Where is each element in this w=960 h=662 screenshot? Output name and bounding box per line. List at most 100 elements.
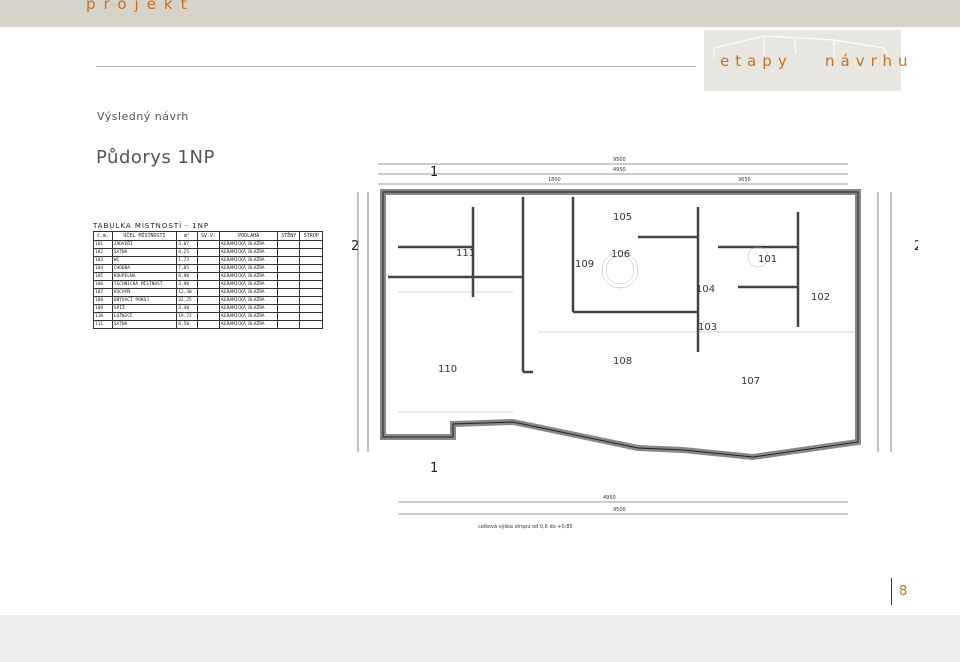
table-row: 111 ŠATNA 8,50 KERAMICKÁ DLAŽBA <box>93 320 323 329</box>
table-cell: ZÁDVEŘÍ <box>111 240 178 249</box>
table-cell: 106 <box>93 280 113 289</box>
section-mark: 1 <box>430 165 438 180</box>
room-number: 109 <box>575 259 594 270</box>
table-cell: 4,25 <box>176 248 198 257</box>
table-cell <box>299 296 323 305</box>
table-cell <box>299 304 323 313</box>
room-labels: 110 108 107 103 104 102 105 106 109 111 … <box>438 212 830 387</box>
table-cell <box>299 288 323 297</box>
table-row: 102 ŠATNA 4,25 KERAMICKÁ DLAŽBA <box>93 248 323 257</box>
room-number: 108 <box>613 356 632 367</box>
table-cell <box>196 248 221 257</box>
table-cell <box>196 304 221 313</box>
page-number: 8 <box>899 584 908 599</box>
room-table-header: č.m. <box>93 231 113 241</box>
table-cell: 105 <box>93 272 113 281</box>
table-cell: WC <box>111 256 178 265</box>
table-row: 103 WC 1,73 KERAMICKÁ DLAŽBA <box>93 256 323 265</box>
floor-plan-drawing: 110 108 107 103 104 102 105 106 109 1 11 … <box>351 157 922 530</box>
table-cell: CHODBA <box>111 264 178 273</box>
table-cell: KERAMICKÁ DLAŽBA <box>219 280 278 289</box>
table-cell: KOUPELNA <box>111 272 178 281</box>
table-row: 106 TECHNICKÁ MÍSTNOST 3,90 KERAMICKÁ DLAŽB… <box>93 280 323 289</box>
table-cell <box>276 240 301 249</box>
table-cell <box>196 256 221 265</box>
table-cell: 1,73 <box>176 256 198 265</box>
table-row: 104 CHODBA 7,85 KERAMICKÁ DLAŽBA <box>93 264 323 273</box>
table-cell: 3,48 <box>176 304 198 313</box>
dimension-label: 1800 <box>548 177 561 183</box>
room-table: TABULKA MÍSTNOSTÍ - 1NP č.m. ÚČEL MÍSTNO… <box>93 222 323 340</box>
room-table-header: SV.V. <box>196 231 221 241</box>
brand-text: projekt <box>86 0 195 13</box>
table-cell <box>299 320 323 329</box>
page-subtitle: Výsledný návrh <box>97 110 189 123</box>
floor-plan: 110 108 107 103 104 102 105 106 109 1 11 … <box>338 152 922 537</box>
table-cell <box>299 264 323 273</box>
table-cell: OBÝVACÍ POKOJ <box>111 296 178 305</box>
table-cell <box>276 312 301 321</box>
room-table-header-row: č.m. ÚČEL MÍSTNOSTI m² SV.V. PODLAHA STĚ… <box>93 231 323 241</box>
table-cell: 102 <box>93 248 113 257</box>
table-cell: KUCHYŇ <box>111 288 178 297</box>
table-cell: KERAMICKÁ DLAŽBA <box>219 272 278 281</box>
table-cell <box>276 264 301 273</box>
room-number: 110 <box>438 364 457 375</box>
section-mark: 2 <box>914 239 918 254</box>
page-number-divider <box>891 578 892 605</box>
table-cell: 8,50 <box>176 320 198 329</box>
table-cell: 3,90 <box>176 280 198 289</box>
room-number: 111 <box>456 248 475 259</box>
table-cell: TECHNICKÁ MÍSTNOST <box>111 280 178 289</box>
inner-walls <box>388 197 800 374</box>
table-row: 109 SPÍŽ 3,48 KERAMICKÁ DLAŽBA <box>93 304 323 313</box>
table-cell <box>299 272 323 281</box>
dimension-label: 4950 <box>613 167 626 173</box>
room-number: 103 <box>698 322 717 333</box>
table-row: 108 OBÝVACÍ POKOJ 32,25 KERAMICKÁ DLAŽBA <box>93 296 323 305</box>
room-number: 105 <box>613 212 632 223</box>
table-cell: LOŽNICE <box>111 312 178 321</box>
table-cell: 32,25 <box>176 296 198 305</box>
table-cell: 110 <box>93 312 113 321</box>
dimension-label: 4950 <box>603 495 616 501</box>
page-title: Půdorys 1NP <box>96 147 215 168</box>
table-cell <box>196 240 221 249</box>
table-cell: 107 <box>93 288 113 297</box>
table-cell: KERAMICKÁ DLAŽBA <box>219 304 278 313</box>
table-cell: 8,90 <box>176 272 198 281</box>
header-divider <box>96 66 696 67</box>
room-number: 101 <box>758 254 777 265</box>
header-band: projekt <box>0 0 960 27</box>
table-cell: 103 <box>93 256 113 265</box>
table-cell: 104 <box>93 264 113 273</box>
table-cell <box>299 240 323 249</box>
table-cell <box>276 304 301 313</box>
plan-footer-note: celková výška stropu od 0,6 do +0,85 <box>478 523 573 530</box>
room-table-header: STĚNY <box>276 231 301 241</box>
room-number: 104 <box>696 284 715 295</box>
table-cell <box>196 288 221 297</box>
room-number: 102 <box>811 292 830 303</box>
table-cell: KERAMICKÁ DLAŽBA <box>219 288 278 297</box>
table-cell <box>196 272 221 281</box>
hatching <box>398 246 858 413</box>
table-row: 101 ZÁDVEŘÍ 3,07 KERAMICKÁ DLAŽBA <box>93 240 323 249</box>
table-cell <box>196 280 221 289</box>
table-cell: 12,30 <box>176 288 198 297</box>
room-table-header: STROP <box>299 231 323 241</box>
table-cell <box>196 296 221 305</box>
table-cell: ŠATNA <box>111 248 178 257</box>
table-cell: 7,85 <box>176 264 198 273</box>
dimension-label: 9500 <box>613 157 626 163</box>
table-cell <box>276 248 301 257</box>
table-cell: KERAMICKÁ DLAŽBA <box>219 320 278 329</box>
table-cell: 109 <box>93 304 113 313</box>
table-cell: KERAMICKÁ DLAŽBA <box>219 256 278 265</box>
room-table-grid: č.m. ÚČEL MÍSTNOSTI m² SV.V. PODLAHA STĚ… <box>93 231 323 329</box>
section-marks: 1 1 2 2 <box>351 165 922 476</box>
table-cell: 3,07 <box>176 240 198 249</box>
table-cell <box>196 264 221 273</box>
room-table-header: ÚČEL MÍSTNOSTI <box>111 231 178 241</box>
table-cell <box>276 320 301 329</box>
